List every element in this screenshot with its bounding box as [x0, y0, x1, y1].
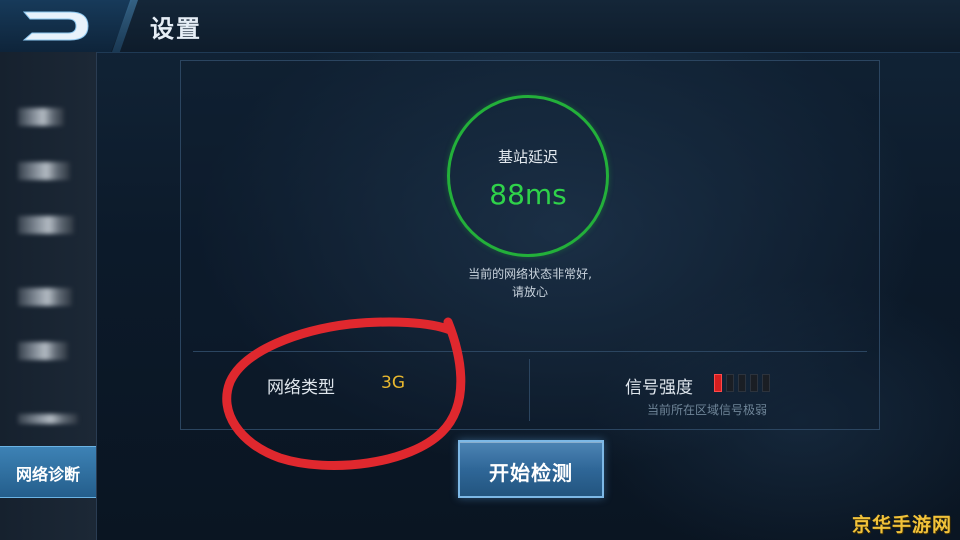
signal-bar — [726, 374, 734, 392]
diagnosis-panel: 基站延迟 88ms 当前的网络状态非常好, 请放心 网络类型 3G 信号强度 当… — [180, 60, 880, 430]
signal-bar — [762, 374, 770, 392]
page-title: 设置 — [150, 15, 202, 43]
status-line-1: 当前的网络状态非常好, — [468, 267, 592, 281]
start-detection-button[interactable]: 开始检测 — [458, 440, 604, 498]
panel-divider-vertical — [529, 359, 530, 421]
blurred-label — [18, 288, 72, 306]
back-logo-icon — [22, 11, 89, 41]
panel-divider-horizontal — [193, 351, 867, 352]
network-type-value: 3G — [381, 373, 405, 393]
latency-ring: 基站延迟 88ms — [447, 95, 609, 257]
latency-value: 88ms — [489, 178, 567, 211]
signal-bar — [738, 374, 746, 392]
sidebar-item-label: 网络诊断 — [15, 465, 80, 484]
network-type-label: 网络类型 — [267, 378, 335, 398]
network-status-text: 当前的网络状态非常好, 请放心 — [401, 265, 659, 301]
blurred-label — [18, 342, 68, 360]
sidebar-item-1[interactable] — [0, 92, 96, 142]
signal-strength-note: 当前所在区域信号极弱 — [647, 403, 768, 417]
watermark-text: 京华手游网 — [852, 514, 953, 536]
blurred-label — [18, 414, 78, 424]
start-detection-label: 开始检测 — [489, 461, 573, 485]
blurred-label — [18, 162, 70, 180]
signal-strength-label: 信号强度 — [625, 378, 693, 398]
sidebar-item-2[interactable] — [0, 146, 96, 196]
signal-bar — [750, 374, 758, 392]
status-line-2: 请放心 — [511, 285, 548, 299]
sidebar-item-5[interactable] — [0, 326, 96, 376]
blurred-label — [18, 216, 74, 234]
sidebar-item-network-diagnosis[interactable]: 网络诊断 — [0, 446, 96, 498]
back-button[interactable] — [0, 0, 132, 52]
header-bar: 设置 — [0, 0, 960, 53]
sidebar-item-6[interactable] — [0, 392, 96, 442]
sidebar: 网络诊断 — [0, 52, 97, 540]
latency-label: 基站延迟 — [497, 148, 558, 166]
settings-screen: 设置 网络诊断 基站延迟 88ms 当前的网络状态非常好, 请放心 网络类型 3… — [0, 0, 960, 540]
signal-bar — [714, 374, 722, 392]
blurred-label — [18, 108, 64, 126]
sidebar-item-4[interactable] — [0, 272, 96, 322]
sidebar-item-3[interactable] — [0, 200, 96, 250]
